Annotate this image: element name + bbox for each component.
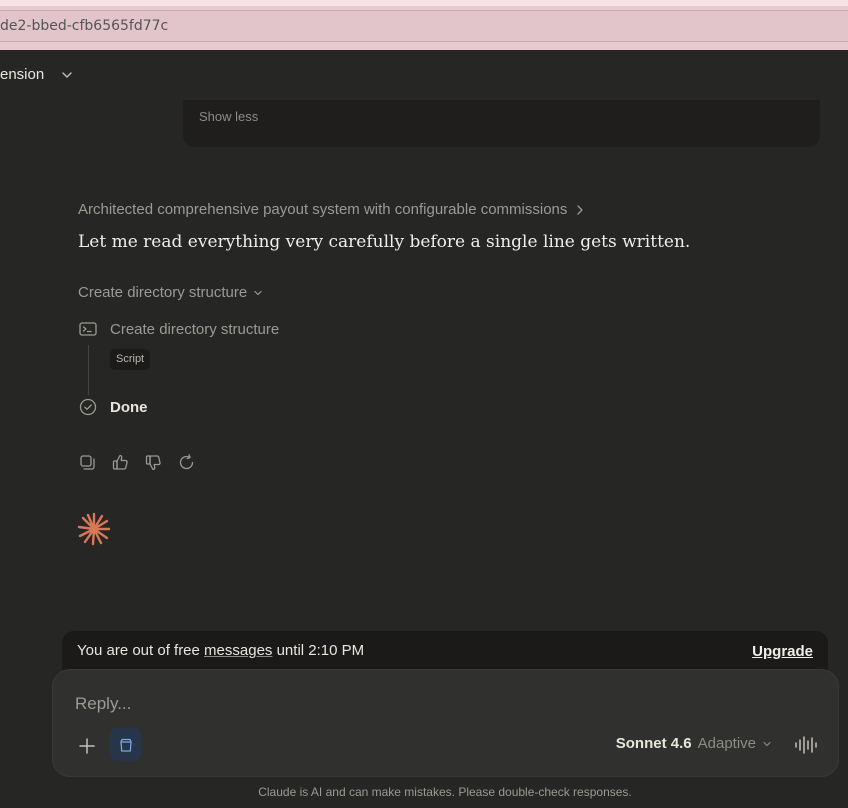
composer: Reply... Sonnet 4.6 Adaptive bbox=[52, 669, 839, 777]
tool-group-label: Create directory structure bbox=[78, 284, 248, 301]
chat-header: ension bbox=[0, 50, 848, 100]
tool-step-label: Create directory structure bbox=[110, 320, 280, 338]
thinking-summary[interactable]: Architected comprehensive payout system … bbox=[78, 201, 585, 218]
model-name: Sonnet 4.6 bbox=[615, 735, 692, 752]
chevron-down-icon bbox=[254, 290, 262, 295]
thumbs-down-icon[interactable] bbox=[144, 453, 163, 472]
tool-step-label: Done bbox=[110, 398, 148, 416]
upgrade-link[interactable]: Upgrade bbox=[752, 643, 813, 660]
project-selector[interactable]: ension bbox=[0, 66, 74, 83]
plus-icon[interactable] bbox=[77, 736, 97, 756]
check-circle-icon bbox=[79, 398, 97, 416]
browser-top-bar: de2-bbed-cfb6565fd77c bbox=[0, 0, 848, 50]
voice-icon[interactable] bbox=[794, 734, 818, 756]
assistant-message: Let me read everything very carefully be… bbox=[78, 232, 691, 252]
tool-group-toggle[interactable]: Create directory structure bbox=[78, 284, 263, 301]
address-text: de2-bbed-cfb6565fd77c bbox=[0, 18, 169, 34]
tool-step-done: Done bbox=[78, 397, 148, 417]
usage-limit-text: You are out of free messages until 2:10 … bbox=[77, 642, 364, 659]
messages-link[interactable]: messages bbox=[204, 642, 272, 659]
model-mode: Adaptive bbox=[697, 735, 756, 752]
copy-icon[interactable] bbox=[78, 453, 97, 472]
previous-message-card: Show less bbox=[183, 100, 820, 147]
address-bar[interactable]: de2-bbed-cfb6565fd77c bbox=[0, 10, 848, 42]
chevron-right-icon bbox=[577, 204, 584, 215]
show-less-button[interactable]: Show less bbox=[199, 109, 258, 124]
retry-icon[interactable] bbox=[177, 453, 196, 472]
reply-input[interactable]: Reply... bbox=[75, 694, 131, 714]
message-actions bbox=[78, 453, 196, 472]
tool-step-create-directory[interactable]: Create directory structure bbox=[78, 320, 279, 338]
chevron-down-icon bbox=[763, 741, 771, 746]
script-badge[interactable]: Script bbox=[110, 349, 151, 370]
tools-button[interactable] bbox=[109, 728, 142, 761]
terminal-icon bbox=[79, 322, 97, 336]
step-connector bbox=[88, 345, 89, 395]
model-selector[interactable]: Sonnet 4.6 Adaptive bbox=[616, 735, 772, 752]
tray-icon bbox=[119, 738, 132, 752]
thinking-summary-text: Architected comprehensive payout system … bbox=[78, 201, 568, 218]
chevron-down-icon bbox=[62, 71, 72, 78]
thumbs-up-icon[interactable] bbox=[111, 453, 130, 472]
claude-logo-icon bbox=[77, 512, 111, 546]
project-label: ension bbox=[0, 66, 45, 83]
usage-limit-suffix: until 2:10 PM bbox=[272, 642, 365, 659]
disclaimer-text: Claude is AI and can make mistakes. Plea… bbox=[258, 785, 632, 799]
usage-limit-prefix: You are out of free bbox=[77, 642, 205, 659]
